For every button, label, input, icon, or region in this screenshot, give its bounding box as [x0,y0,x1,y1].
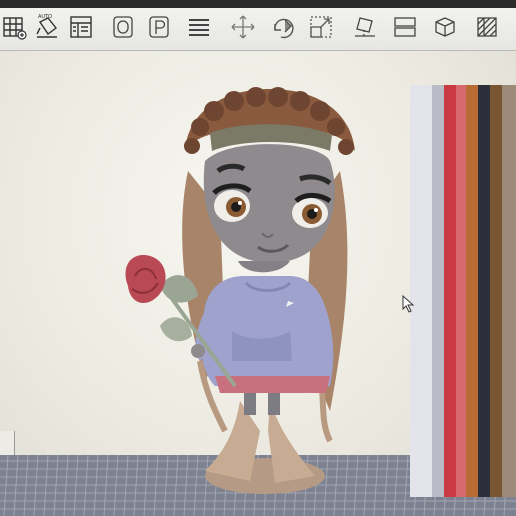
view-icon[interactable] [430,10,460,44]
move-icon[interactable] [228,10,258,44]
rotate-icon[interactable] [268,10,298,44]
place-face-icon[interactable] [350,10,380,44]
layers-icon[interactable] [472,10,502,44]
toolbar: AUTO [0,0,516,51]
list-icon[interactable] [184,10,214,44]
3d-viewport[interactable] [0,51,516,516]
auto-arrange-icon[interactable] [32,10,62,44]
girl-with-rose-figure[interactable] [0,51,516,516]
layout-icon[interactable] [66,10,96,44]
object-o-icon[interactable] [108,10,138,44]
object-p-icon[interactable] [144,10,174,44]
cut-icon[interactable] [390,10,420,44]
toolbar-top-strip [0,0,516,8]
scale-icon[interactable] [306,10,336,44]
rose-flower [125,255,166,304]
mouse-cursor-icon [402,295,415,313]
grid-add-icon[interactable] [0,10,30,44]
